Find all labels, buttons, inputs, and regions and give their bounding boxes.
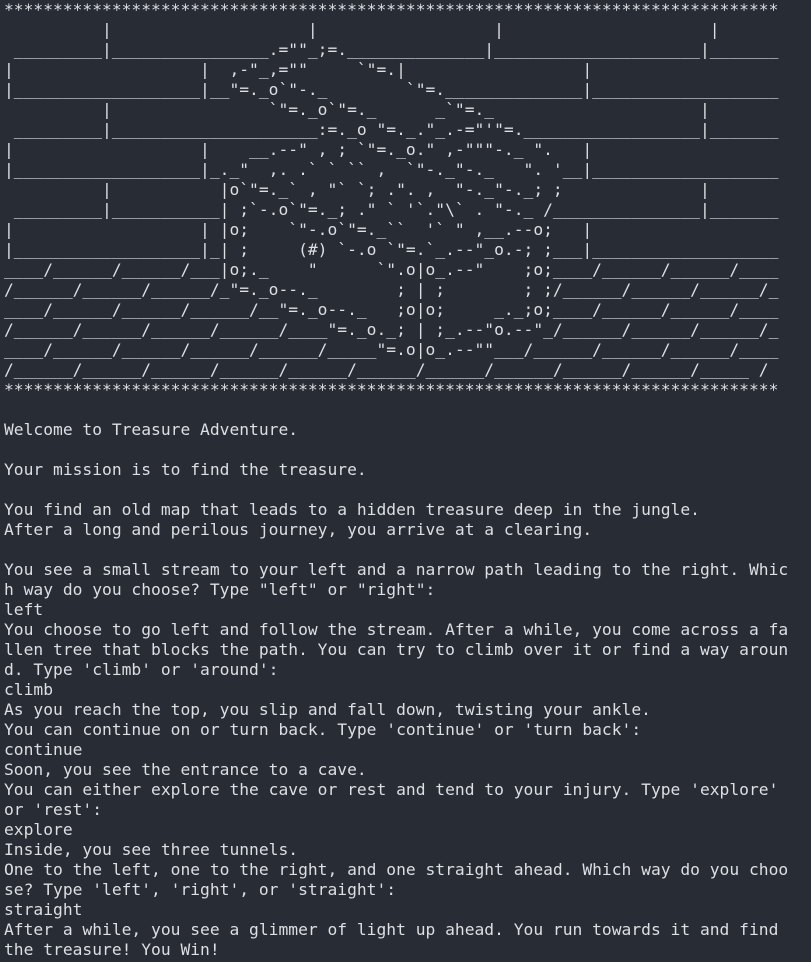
output-line: or 'rest': [4,800,103,819]
ascii-art-line: ____/______/______/___|o;._ " `".o|o_.--… [4,260,779,279]
output-line: d. Type 'climb' or 'around': [4,660,279,679]
ascii-art-line: | | __.--" , ; `"=._o." ,-"""-._ ". | [4,140,593,159]
output-line: You find an old map that leads to a hidd… [4,500,700,519]
ascii-art-line: | | ,-"_,="" `"=.| | [4,60,593,79]
output-line: h way do you choose? Type "left" or "rig… [4,580,436,599]
terminal-window[interactable]: ****************************************… [0,0,811,962]
output-line: As you reach the top, you slip and fall … [4,700,651,719]
ascii-art-line: | `"=._o`"=._ _`"=._ | [4,100,710,119]
output-line: After a while, you see a glimmer of ligh… [4,920,779,939]
ascii-art-line: |___________________|__"=._o`"-._ `"=.__… [4,80,779,99]
output-line: explore [4,820,73,839]
output-line: You choose to go left and follow the str… [4,620,789,639]
ascii-art-line: ____/______/______/______/__"=._o--._ ;o… [4,300,779,319]
output-line: You see a small stream to your left and … [4,560,789,579]
output-line: Welcome to Treasure Adventure. [4,420,299,439]
ascii-art-line: | | | | [4,20,720,39]
output-line: se? Type 'left', 'right', or 'straight': [4,880,397,899]
ascii-art-line: /______/______/______/______/____"=._o._… [4,320,779,339]
output-line: Your mission is to find the treasure. [4,460,367,479]
output-line: Soon, you see the entrance to a cave. [4,760,367,779]
ascii-art-line: |___________________|_| ; (#) `-.o `"=.`… [4,240,779,259]
ascii-art-banner: ****************************************… [4,0,811,400]
ascii-art-line: _________|________________.=""_;=.______… [4,40,779,59]
ascii-art-line: | | |o; `"-.o`"=._`` '` " ,__.--o; | [4,220,593,239]
output-line: straight [4,900,83,919]
ascii-art-line: /______/______/______/______/______/____… [4,360,769,379]
ascii-art-line: ****************************************… [4,380,779,399]
output-line: One to the left, one to the right, and o… [4,860,789,879]
terminal-output: Welcome to Treasure Adventure. Your missi… [4,400,811,960]
output-line: left [4,600,44,619]
ascii-art-line: _________|___________| ;`-.o`"=._; ." ` … [4,200,779,219]
ascii-art-line: ****************************************… [4,0,779,19]
output-line: climb [4,680,54,699]
ascii-art-line: _________|_____________________:=._o "=.… [4,120,779,139]
ascii-art-line: ____/______/______/______/______/_____"=… [4,340,779,359]
output-line: You can either explore the cave or rest … [4,780,779,799]
output-line: You can continue on or turn back. Type '… [4,720,642,739]
output-line: Inside, you see three tunnels. [4,840,299,859]
output-line: continue [4,740,83,759]
output-line: After a long and perilous journey, you a… [4,520,593,539]
ascii-art-line: /______/______/______/_"=._o--._ ; | ; ;… [4,280,779,299]
ascii-art-line: | |o`"=._` , "` `; .". , "-._"-._; ; | [4,180,710,199]
output-line: the treasure! You Win! [4,940,220,959]
ascii-art-line: |___________________|_._" ,. .` ` `` , `… [4,160,779,179]
output-line: llen tree that blocks the path. You can … [4,640,789,659]
